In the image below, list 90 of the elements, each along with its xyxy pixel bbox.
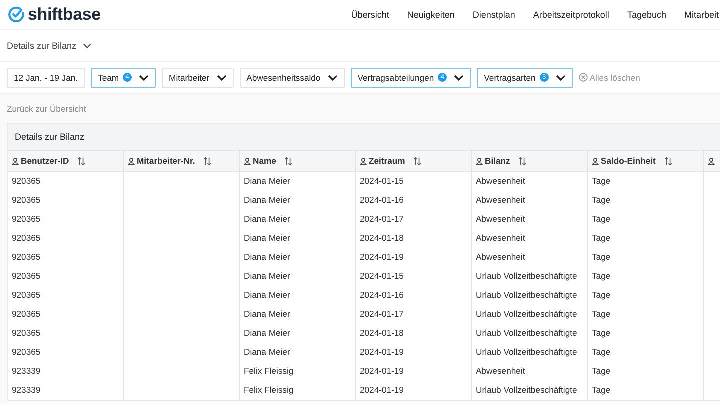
- table-cell: 2024-01-19: [360, 366, 404, 376]
- filter-label: Abwesenheitssaldo: [246, 72, 321, 82]
- table-cell: 2024-01-17: [360, 214, 404, 224]
- table-cell: 920365: [12, 252, 41, 262]
- column-label: Mitarbeiter-Nr.: [137, 156, 196, 166]
- column-label: Name: [253, 156, 276, 166]
- table-cell: 920365: [12, 290, 41, 300]
- table-cell: Urlaub Vollzeitbeschäftigte: [476, 385, 578, 395]
- card-title: Details zur Bilanz: [15, 132, 85, 142]
- table-cell: 2024-01-19: [360, 385, 404, 395]
- nav-link[interactable]: Mitarbeit: [684, 10, 719, 20]
- column-header[interactable]: Bilanz: [472, 151, 588, 172]
- column-label: Benutzer-ID: [21, 156, 70, 166]
- table-cell: Diana Meier: [244, 233, 290, 243]
- nav-link[interactable]: Arbeitszeitprotokoll: [533, 10, 610, 20]
- table-cell: Tage: [592, 328, 611, 338]
- table-cell: Abwesenheit: [476, 252, 526, 262]
- table-cell: 2024-01-16: [360, 290, 404, 300]
- table-cell: Tage: [592, 309, 611, 319]
- table-cell: Tage: [592, 271, 611, 281]
- column-label: Bilanz: [485, 156, 510, 166]
- nav-link[interactable]: Übersicht: [351, 10, 390, 20]
- table-cell: 2024-01-19: [360, 252, 404, 262]
- table-cell: Diana Meier: [244, 214, 290, 224]
- table-cell: 2024-01-15: [360, 271, 404, 281]
- table-cell: Tage: [592, 290, 611, 300]
- date-range-button[interactable]: 12 Jan. - 19 Jan.: [7, 68, 86, 88]
- table-cell: 923339: [12, 366, 41, 376]
- table-cell: 2024-01-16: [360, 195, 404, 205]
- filter-label: Team: [98, 72, 120, 82]
- table-cell: Diana Meier: [244, 347, 290, 357]
- table-cell: Felix Fleissig: [244, 366, 294, 376]
- table-cell: Diana Meier: [244, 252, 290, 262]
- table-cell: 923339: [12, 385, 41, 395]
- table-cell: Abwesenheit: [476, 214, 526, 224]
- table-cell: 2024-01-18: [360, 328, 404, 338]
- column-header[interactable]: Zeitraum: [356, 151, 472, 172]
- filter-label: Vertragsabteilungen: [358, 72, 434, 82]
- table-cell: Tage: [592, 385, 611, 395]
- table-cell: Diana Meier: [244, 176, 290, 186]
- table-cell: Diana Meier: [244, 271, 290, 281]
- table-cell: Diana Meier: [244, 309, 290, 319]
- column-header[interactable]: Benutzer-ID: [8, 151, 124, 172]
- page-title-dropdown[interactable]: Details zur Bilanz: [7, 40, 92, 50]
- table-cell: Tage: [592, 195, 611, 205]
- table-cell: 920365: [12, 176, 41, 186]
- table-cell: 920365: [12, 233, 41, 243]
- table-cell: Tage: [592, 347, 611, 357]
- nav-link[interactable]: Tagebuch: [627, 10, 666, 20]
- table-cell: 2024-01-19: [360, 347, 404, 357]
- column-header[interactable]: Mitarbeiter-Nr.: [124, 151, 240, 172]
- column-label: Zeitraum: [369, 156, 406, 166]
- brand-name: shiftbase: [28, 4, 101, 24]
- clear-all-label: Alles löschen: [590, 72, 640, 82]
- table-cell: 920365: [12, 271, 41, 281]
- column-header[interactable]: Saldo-Einheit: [588, 151, 704, 172]
- table-cell: Tage: [592, 252, 611, 262]
- column-label: Saldo-Einheit: [601, 156, 656, 166]
- table-cell: Diana Meier: [244, 328, 290, 338]
- table-cell: Abwesenheit: [476, 176, 526, 186]
- table-cell: Tage: [592, 366, 611, 376]
- filter-dropdown[interactable]: Mitarbeiter: [162, 68, 234, 88]
- table-cell: Urlaub Vollzeitbeschäftigte: [476, 309, 578, 319]
- table-cell: 2024-01-15: [360, 176, 404, 186]
- table-cell: Tage: [592, 214, 611, 224]
- table-cell: Abwesenheit: [476, 195, 526, 205]
- table-cell: 2024-01-17: [360, 309, 404, 319]
- table-cell: Abwesenheit: [476, 233, 526, 243]
- table-cell: 920365: [12, 328, 41, 338]
- table-cell: Urlaub Vollzeitbeschäftigte: [476, 328, 578, 338]
- column-header[interactable]: Name: [240, 151, 356, 172]
- table-cell: 920365: [12, 309, 41, 319]
- table-cell: Urlaub Vollzeitbeschäftigte: [476, 290, 578, 300]
- table-cell: Urlaub Vollzeitbeschäftigte: [476, 347, 578, 357]
- table-cell: Diana Meier: [244, 195, 290, 205]
- table-cell: Urlaub Vollzeitbeschäftigte: [476, 271, 578, 281]
- table-cell: 2024-01-18: [360, 233, 404, 243]
- nav-link[interactable]: Neuigkeiten: [407, 10, 455, 20]
- filter-label: Mitarbeiter: [169, 72, 210, 82]
- nav-link[interactable]: Dienstplan: [472, 10, 516, 20]
- table-cell: 920365: [12, 195, 41, 205]
- filter-label: Vertragsarten: [484, 72, 536, 82]
- table-cell: Abwesenheit: [476, 366, 526, 376]
- table-cell: 920365: [12, 347, 41, 357]
- table-cell: 920365: [12, 214, 41, 224]
- table-cell: Tage: [592, 176, 611, 186]
- table-cell: Tage: [592, 233, 611, 243]
- table-cell: Felix Fleissig: [244, 385, 294, 395]
- table-cell: Diana Meier: [244, 290, 290, 300]
- filter-dropdown[interactable]: Abwesenheitssaldo: [240, 68, 345, 88]
